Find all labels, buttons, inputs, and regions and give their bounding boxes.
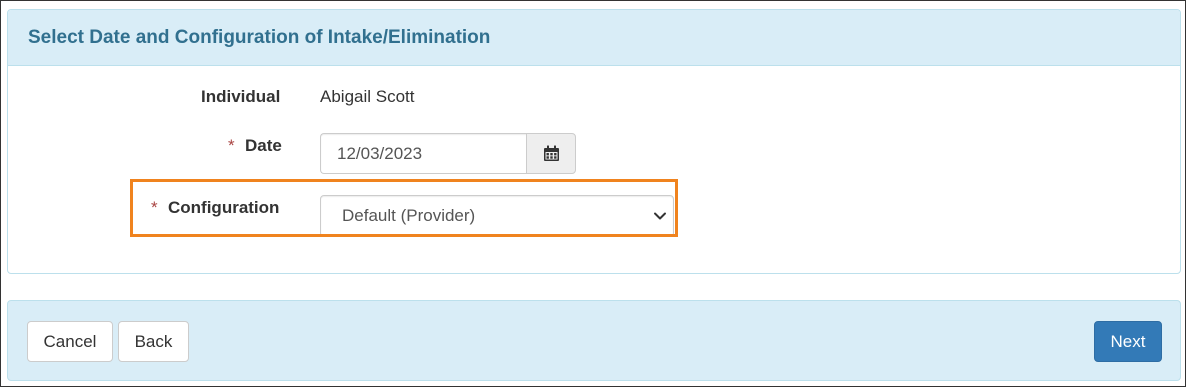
back-button[interactable]: Back: [118, 321, 189, 362]
calendar-icon: [543, 145, 559, 161]
individual-label: Individual: [201, 87, 281, 106]
cancel-button[interactable]: Cancel: [27, 321, 113, 362]
individual-value: Abigail Scott: [320, 87, 415, 106]
configuration-highlight-box: [130, 179, 678, 237]
panel-heading: Select Date and Configuration of Intake/…: [8, 10, 1180, 66]
date-required-mark: *: [228, 136, 235, 155]
date-label: Date: [245, 136, 282, 155]
panel-title: Select Date and Configuration of Intake/…: [28, 27, 491, 48]
next-button[interactable]: Next: [1094, 321, 1162, 362]
date-input[interactable]: [320, 133, 527, 174]
window-frame: Select Date and Configuration of Intake/…: [0, 0, 1186, 387]
calendar-button[interactable]: [526, 133, 576, 174]
action-footer: Cancel Back Next: [7, 300, 1181, 381]
